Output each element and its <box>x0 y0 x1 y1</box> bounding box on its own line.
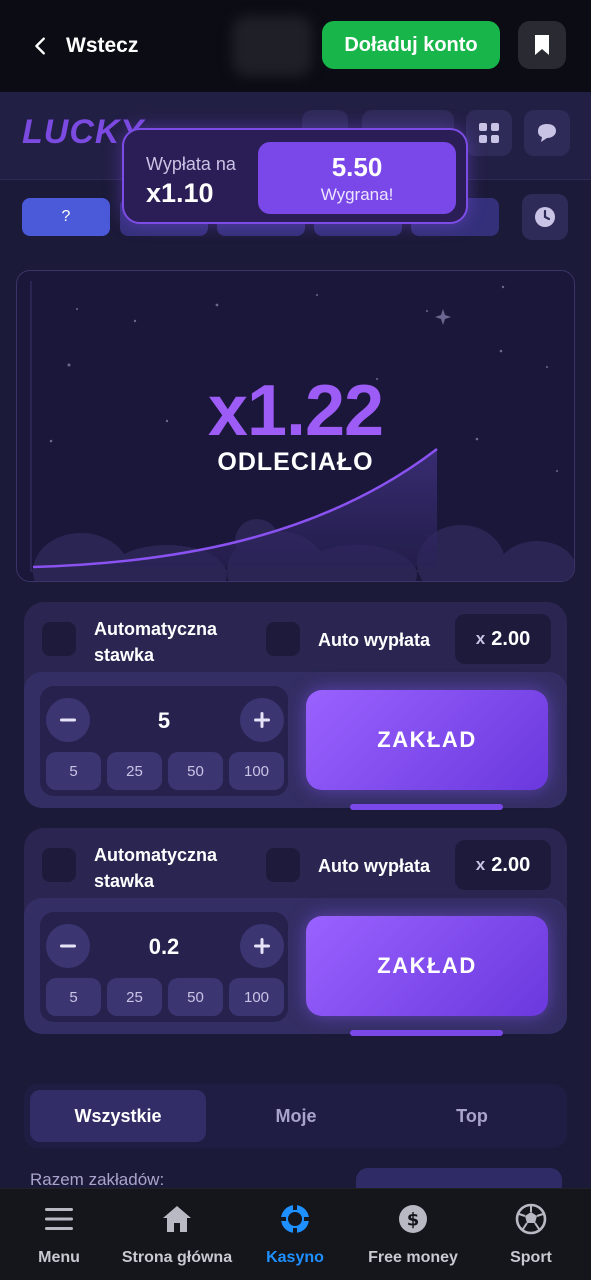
bet-button-underline <box>350 1030 503 1036</box>
quick-stake-chip[interactable]: 50 <box>168 752 223 790</box>
bookmark-icon <box>535 35 549 55</box>
deposit-button[interactable]: Doładuj konto <box>322 21 500 69</box>
decrease-stake-button[interactable] <box>46 924 90 968</box>
bets-tabs: Wszystkie Moje Top <box>24 1084 567 1148</box>
nav-label: Strona główna <box>121 1249 233 1266</box>
back-button[interactable]: Wstecz <box>30 26 138 66</box>
bookmark-button[interactable] <box>518 21 566 69</box>
minus-icon <box>60 944 76 948</box>
nav-label: Free money <box>368 1249 458 1266</box>
cashout-value: 2.00 <box>491 627 531 650</box>
auto-bet-checkbox[interactable] <box>42 848 76 882</box>
grid-icon <box>479 123 499 143</box>
quick-stake-chip[interactable]: 25 <box>107 752 162 790</box>
total-bets-label: Razem zakładów: <box>30 1170 165 1189</box>
cashout-toast: Wypłata na x1.10 5.50 Wygrana! <box>122 128 468 224</box>
stake-value[interactable]: 0.2 <box>90 934 238 960</box>
place-bet-button[interactable]: ZAKŁAD <box>306 690 548 790</box>
decrease-stake-button[interactable] <box>46 698 90 742</box>
quick-stake-chip[interactable]: 100 <box>229 978 284 1016</box>
quick-stake-chips: 5 25 50 100 <box>46 752 284 790</box>
history-chip-label: ? <box>61 208 71 225</box>
toast-label: Wypłata na <box>146 154 236 174</box>
tab-my[interactable]: Moje <box>208 1090 384 1142</box>
auto-cashout-checkbox[interactable] <box>266 622 300 656</box>
bet-controls: 0.2 5 25 50 100 ZAKŁAD <box>24 898 567 1036</box>
auto-cashout-input[interactable]: x 2.00 <box>455 614 551 664</box>
minus-icon <box>60 718 76 722</box>
plus-icon <box>254 938 270 954</box>
nav-menu[interactable]: Menu <box>0 1201 118 1267</box>
quick-stake-chip[interactable]: 5 <box>46 978 101 1016</box>
plus-icon <box>254 712 270 728</box>
bet-button-underline <box>350 804 503 810</box>
nav-sport[interactable]: Sport <box>472 1201 590 1267</box>
quick-stake-chip[interactable]: 50 <box>168 978 223 1016</box>
quick-stake-chips: 5 25 50 100 <box>46 978 284 1016</box>
tab-all[interactable]: Wszystkie <box>30 1090 206 1142</box>
dollar-coin-icon: $ <box>399 1205 427 1233</box>
quick-stake-chip[interactable]: 100 <box>229 752 284 790</box>
round-multiplier: x1.22 <box>207 371 384 451</box>
increase-stake-button[interactable] <box>240 924 284 968</box>
menu-grid-button[interactable] <box>466 110 512 156</box>
nav-label: Kasyno <box>266 1249 324 1266</box>
home-icon <box>163 1206 191 1232</box>
auto-cashout-input[interactable]: x 2.00 <box>455 840 551 890</box>
bet-panel: Automatyczna stawka Auto wypłata x 2.00 … <box>24 828 567 1036</box>
increase-stake-button[interactable] <box>240 698 284 742</box>
history-chip-current[interactable]: ? <box>22 198 110 236</box>
clock-icon <box>535 207 555 227</box>
toast-win-text: Wygrana! <box>320 185 394 204</box>
place-bet-button[interactable]: ZAKŁAD <box>306 916 548 1016</box>
casino-chip-icon <box>280 1204 310 1234</box>
auto-cashout-checkbox[interactable] <box>266 848 300 882</box>
toast-multiplier: x1.10 <box>146 178 214 208</box>
nav-casino[interactable]: Kasyno <box>236 1201 354 1267</box>
auto-bet-label: Automatyczna stawka <box>94 845 218 891</box>
bet-panel: Automatyczna stawka Auto wypłata x 2.00 … <box>24 602 567 810</box>
chat-button[interactable] <box>524 110 570 156</box>
history-button[interactable] <box>522 194 568 240</box>
round-status: ODLECIAŁO <box>217 448 374 476</box>
auto-cashout-label: Auto wypłata <box>318 856 431 876</box>
stake-value[interactable]: 5 <box>90 708 238 734</box>
top-bar: Wstecz Doładuj konto <box>0 0 591 92</box>
menu-icon <box>45 1208 73 1230</box>
stake-stepper: 5 5 25 50 100 <box>40 686 288 796</box>
chat-icon <box>538 124 556 142</box>
back-label: Wstecz <box>66 34 139 57</box>
tab-top[interactable]: Top <box>384 1090 560 1142</box>
chevron-left-icon <box>35 37 45 55</box>
nav-free-money[interactable]: $ Free money <box>354 1201 472 1267</box>
toast-win-box: 5.50 Wygrana! <box>258 142 456 214</box>
quick-stake-chip[interactable]: 25 <box>107 978 162 1016</box>
auto-bet-checkbox[interactable] <box>42 622 76 656</box>
soccer-ball-icon <box>515 1203 547 1235</box>
cashout-value: 2.00 <box>491 853 531 876</box>
bottom-nav: Menu Strona główna Kasyno $ Free money S… <box>0 1188 591 1280</box>
quick-stake-chip[interactable]: 5 <box>46 752 101 790</box>
nav-home[interactable]: Strona główna <box>118 1201 236 1267</box>
bet-controls: 5 5 25 50 100 ZAKŁAD <box>24 672 567 810</box>
nav-label: Menu <box>38 1249 80 1266</box>
stake-stepper: 0.2 5 25 50 100 <box>40 912 288 1022</box>
svg-text:$: $ <box>407 1210 420 1231</box>
auto-bet-label: Automatyczna stawka <box>94 619 218 665</box>
nav-label: Sport <box>510 1249 552 1266</box>
cashout-prefix: x <box>475 629 486 648</box>
blurred-balance <box>232 16 312 76</box>
cashout-prefix: x <box>475 855 486 874</box>
auto-cashout-label: Auto wypłata <box>318 630 431 650</box>
toast-amount: 5.50 <box>331 152 383 182</box>
